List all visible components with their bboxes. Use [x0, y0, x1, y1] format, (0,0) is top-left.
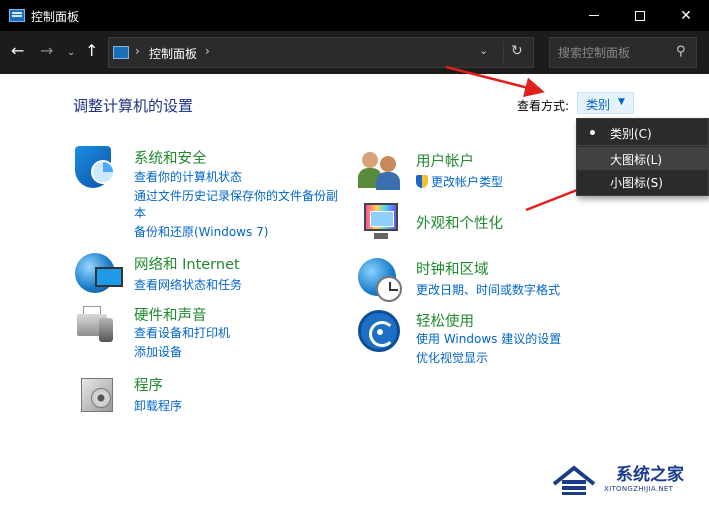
navigation-bar: ← → ⌄ ↑ › 控制面板 › ⌄ ↻ ⚲	[0, 31, 709, 74]
view-by-menu: 类别(C) 大图标(L) 小图标(S)	[576, 118, 709, 196]
caret-down-icon: ▼	[618, 97, 625, 107]
view-by-value: 类别	[586, 98, 611, 112]
chevron-down-icon: ⌄	[67, 47, 76, 58]
maximize-button[interactable]	[617, 0, 663, 31]
search-input[interactable]	[558, 44, 668, 62]
shield-icon[interactable]	[75, 146, 119, 190]
address-bar[interactable]: › 控制面板 › ⌄ ↻	[108, 37, 534, 68]
up-button[interactable]: ↑	[85, 42, 98, 60]
link-devices-printers[interactable]: 查看设备和打印机	[134, 324, 230, 341]
arrow-left-icon: ←	[11, 41, 25, 60]
programs-icon[interactable]	[79, 374, 123, 418]
minimize-button[interactable]	[571, 0, 617, 31]
printer-icon[interactable]	[75, 304, 119, 348]
link-uninstall-program[interactable]: 卸载程序	[134, 397, 182, 414]
link-optimize-visual-display[interactable]: 优化视觉显示	[416, 349, 488, 366]
view-by-dropdown[interactable]: 类别 ▼	[577, 92, 634, 114]
menu-item-category[interactable]: 类别(C)	[577, 121, 709, 144]
breadcrumb-control-panel[interactable]: 控制面板	[149, 45, 197, 62]
link-file-history[interactable]: 通过文件历史记录保存你的文件备份副	[134, 187, 338, 204]
forward-button[interactable]: →	[40, 42, 53, 60]
search-box[interactable]: ⚲	[549, 37, 697, 68]
category-title[interactable]: 时钟和区域	[416, 258, 489, 279]
link-view-computer-status[interactable]: 查看你的计算机状态	[134, 168, 242, 185]
divider	[503, 42, 504, 63]
link-file-history-wrap[interactable]: 本	[134, 204, 146, 221]
menu-separator	[577, 145, 709, 146]
watermark-name: 系统之家	[616, 465, 684, 485]
category-title[interactable]: 外观和个性化	[416, 212, 503, 233]
arrow-up-icon: ↑	[85, 41, 99, 60]
link-add-device[interactable]: 添加设备	[134, 343, 182, 360]
watermark-url: XITONGZHIJIA.NET	[604, 485, 674, 493]
uac-shield-icon	[416, 175, 428, 188]
watermark-logo-icon	[552, 465, 596, 495]
minimize-icon	[589, 15, 599, 16]
link-backup-restore[interactable]: 备份和还原(Windows 7)	[134, 223, 268, 240]
close-icon: ✕	[680, 7, 692, 24]
appearance-icon[interactable]	[360, 203, 404, 247]
refresh-icon[interactable]: ↻	[511, 43, 523, 59]
category-title[interactable]: 系统和安全	[134, 147, 207, 168]
breadcrumb-separator-icon[interactable]: ›	[135, 44, 140, 58]
maximize-icon	[635, 10, 645, 21]
category-title[interactable]: 轻松使用	[416, 310, 474, 331]
title-bar: 控制面板 ✕	[0, 0, 709, 31]
control-panel-icon	[9, 9, 25, 22]
view-by-label: 查看方式:	[517, 99, 570, 113]
menu-item-label: 类别(C)	[610, 127, 652, 141]
category-title[interactable]: 硬件和声音	[134, 304, 207, 325]
link-label: 更改帐户类型	[431, 175, 504, 189]
link-network-status[interactable]: 查看网络状态和任务	[134, 276, 242, 293]
search-icon[interactable]: ⚲	[676, 44, 686, 59]
control-panel-icon	[113, 46, 129, 59]
back-button[interactable]: ←	[11, 42, 24, 60]
arrow-right-icon: →	[40, 41, 54, 60]
clock-globe-icon[interactable]	[358, 258, 402, 302]
recent-locations-button[interactable]: ⌄	[67, 44, 75, 62]
close-button[interactable]: ✕	[663, 0, 709, 31]
watermark: 系统之家 XITONGZHIJIA.NET	[548, 458, 700, 498]
user-accounts-icon[interactable]	[358, 150, 402, 194]
address-dropdown-icon[interactable]: ⌄	[479, 44, 488, 57]
ease-of-access-icon[interactable]	[358, 310, 402, 354]
menu-item-label: 小图标(S)	[610, 176, 663, 190]
menu-item-label: 大图标(L)	[610, 153, 663, 167]
menu-item-large-icons[interactable]: 大图标(L)	[577, 147, 709, 170]
category-title[interactable]: 用户帐户	[416, 150, 474, 171]
menu-item-small-icons[interactable]: 小图标(S)	[577, 170, 709, 193]
category-title[interactable]: 网络和 Internet	[134, 253, 240, 274]
link-recommended-settings[interactable]: 使用 Windows 建议的设置	[416, 330, 561, 347]
selected-bullet-icon	[590, 130, 595, 135]
network-globe-icon[interactable]	[75, 253, 123, 297]
window-title: 控制面板	[31, 10, 80, 24]
category-title[interactable]: 程序	[134, 374, 163, 395]
page-title: 调整计算机的设置	[73, 97, 194, 115]
link-change-account-type[interactable]: 更改帐户类型	[416, 173, 503, 190]
breadcrumb-separator-icon[interactable]: ›	[205, 44, 210, 58]
link-date-time-format[interactable]: 更改日期、时间或数字格式	[416, 281, 560, 298]
